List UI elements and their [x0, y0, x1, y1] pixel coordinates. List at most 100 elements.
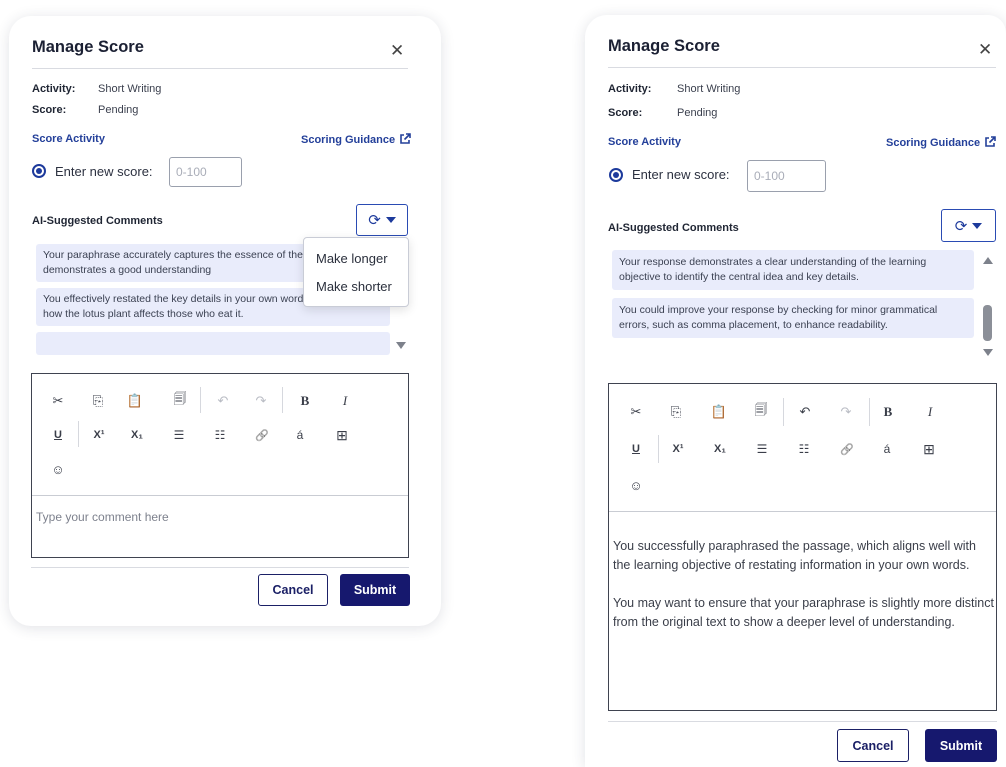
external-link-icon	[985, 136, 996, 147]
underline-icon[interactable]: U	[47, 425, 69, 445]
toolbar-separator	[658, 435, 659, 463]
submit-button[interactable]: Submit	[925, 729, 997, 762]
scoring-guidance-link[interactable]: Scoring Guidance	[301, 133, 411, 146]
redo-icon[interactable]: ↷	[835, 402, 857, 422]
regenerate-comments-button[interactable]: ⟳	[941, 209, 996, 242]
external-link-icon	[400, 133, 411, 144]
italic-icon[interactable]: I	[919, 402, 941, 422]
header-divider	[32, 68, 408, 69]
menu-item-make-longer[interactable]: Make longer	[304, 251, 400, 266]
copy-icon[interactable]: ⎘	[87, 391, 109, 411]
comment-paragraph: You successfully paraphrased the passage…	[613, 539, 976, 572]
ai-suggested-comments-label: AI-Suggested Comments	[608, 222, 739, 234]
comment-editor: ✂ ⎘ 📋 🗐 ↶ ↷ B I U X¹ X₁ ☰ ☷ 🔗 á ⊞ ☺ You …	[608, 383, 997, 711]
score-activity-heading: Score Activity	[608, 136, 681, 148]
header-divider	[608, 67, 996, 68]
cut-icon[interactable]: ✂	[625, 402, 647, 422]
comment-body[interactable]: You successfully paraphrased the passage…	[613, 537, 994, 632]
submit-button[interactable]: Submit	[340, 574, 410, 606]
paste-text-icon[interactable]: 🗐	[750, 402, 772, 422]
activity-label: Activity:	[32, 83, 76, 95]
table-icon[interactable]: ⊞	[918, 439, 940, 459]
toolbar-separator	[78, 421, 79, 447]
ai-comment-item[interactable]: You could improve your response by check…	[612, 298, 974, 338]
manage-score-dialog-right: Manage Score ✕ Activity: Short Writing S…	[585, 15, 1006, 767]
activity-value: Short Writing	[98, 83, 162, 95]
scroll-down-arrow[interactable]	[983, 349, 993, 356]
paste-icon[interactable]: 📋	[708, 402, 730, 422]
scoring-guidance-label: Scoring Guidance	[301, 134, 396, 146]
score-label: Score:	[32, 104, 67, 116]
emoji-icon[interactable]: ☺	[47, 459, 69, 479]
numbered-list-icon[interactable]: ☷	[793, 439, 815, 459]
refresh-icon: ⟳	[954, 217, 968, 235]
emoji-icon[interactable]: ☺	[625, 475, 647, 495]
bulleted-list-icon[interactable]: ☰	[751, 439, 773, 459]
link-icon[interactable]: 🔗	[836, 439, 858, 459]
toolbar-separator	[200, 387, 201, 413]
bulleted-list-icon[interactable]: ☰	[168, 425, 190, 445]
special-character-icon[interactable]: á	[876, 439, 898, 459]
cancel-button[interactable]: Cancel	[837, 729, 909, 762]
subscript-icon[interactable]: X₁	[709, 439, 731, 459]
score-input[interactable]	[747, 160, 826, 192]
enter-new-score-label: Enter new score:	[632, 167, 730, 182]
copy-icon[interactable]: ⎘	[665, 402, 687, 422]
undo-icon[interactable]: ↶	[794, 402, 816, 422]
ai-comments-list: Your response demonstrates a clear under…	[612, 250, 974, 367]
cut-icon[interactable]: ✂	[47, 391, 69, 411]
scroll-up-arrow[interactable]	[983, 257, 993, 264]
link-icon[interactable]: 🔗	[251, 425, 273, 445]
superscript-icon[interactable]: X¹	[88, 425, 110, 445]
ai-comment-item[interactable]: .	[36, 332, 390, 355]
scroll-down-arrow[interactable]	[396, 342, 406, 349]
scoring-guidance-link[interactable]: Scoring Guidance	[886, 136, 996, 149]
close-icon[interactable]: ✕	[390, 42, 404, 59]
dialog-title: Manage Score	[608, 37, 720, 55]
activity-label: Activity:	[608, 83, 652, 95]
redo-icon[interactable]: ↷	[250, 391, 272, 411]
caret-down-icon	[972, 222, 983, 229]
score-activity-heading: Score Activity	[32, 133, 105, 145]
score-label: Score:	[608, 107, 643, 119]
comment-paragraph: You may want to ensure that your paraphr…	[613, 596, 994, 629]
toolbar-separator	[783, 398, 784, 426]
refresh-icon: ⟳	[368, 212, 381, 229]
scoring-guidance-label: Scoring Guidance	[886, 137, 981, 149]
enter-new-score-label: Enter new score:	[55, 164, 153, 179]
scrollbar-thumb[interactable]	[983, 305, 992, 341]
editor-toolbar: ✂ ⎘ 📋 🗐 ↶ ↷ B I U X¹ X₁ ☰ ☷ 🔗 á ⊞ ☺	[32, 374, 408, 496]
paste-text-icon[interactable]: 🗐	[169, 391, 191, 411]
score-input[interactable]	[169, 157, 242, 187]
manage-score-dialog-left: Manage Score ✕ Activity: Short Writing S…	[9, 16, 441, 626]
subscript-icon[interactable]: X₁	[126, 425, 148, 445]
regenerate-comments-button[interactable]: ⟳	[356, 204, 408, 236]
dialog-title: Manage Score	[32, 38, 144, 56]
footer-divider	[31, 567, 409, 568]
ai-suggested-comments-label: AI-Suggested Comments	[32, 215, 163, 227]
cancel-button[interactable]: Cancel	[258, 574, 328, 606]
underline-icon[interactable]: U	[625, 439, 647, 459]
comment-textarea[interactable]: Type your comment here	[36, 510, 169, 524]
enter-score-radio[interactable]	[32, 164, 46, 178]
special-character-icon[interactable]: á	[289, 425, 311, 445]
bold-icon[interactable]: B	[877, 402, 899, 422]
toolbar-separator	[282, 387, 283, 413]
toolbar-separator	[869, 398, 870, 426]
numbered-list-icon[interactable]: ☷	[209, 425, 231, 445]
ai-comment-item[interactable]: Your response demonstrates a clear under…	[612, 250, 974, 290]
italic-icon[interactable]: I	[334, 391, 356, 411]
footer-divider	[608, 721, 997, 722]
regenerate-options-menu: Make longer Make shorter	[303, 237, 409, 307]
bold-icon[interactable]: B	[294, 391, 316, 411]
close-icon[interactable]: ✕	[978, 41, 992, 58]
menu-item-make-shorter[interactable]: Make shorter	[304, 279, 404, 294]
undo-icon[interactable]: ↶	[212, 391, 234, 411]
table-icon[interactable]: ⊞	[331, 425, 353, 445]
editor-toolbar: ✂ ⎘ 📋 🗐 ↶ ↷ B I U X¹ X₁ ☰ ☷ 🔗 á ⊞ ☺	[609, 384, 996, 512]
caret-down-icon	[385, 217, 396, 223]
paste-icon[interactable]: 📋	[124, 391, 146, 411]
superscript-icon[interactable]: X¹	[667, 439, 689, 459]
enter-score-radio[interactable]	[609, 168, 623, 182]
activity-value: Short Writing	[677, 83, 741, 95]
